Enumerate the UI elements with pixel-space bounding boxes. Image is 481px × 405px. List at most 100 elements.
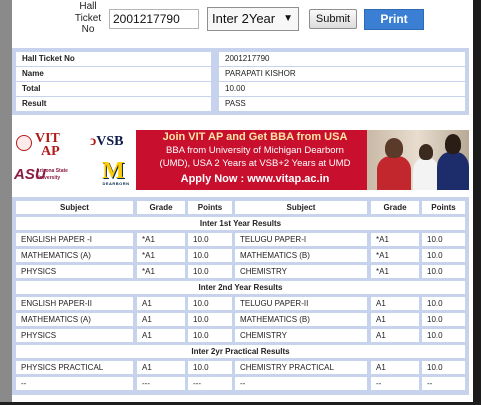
students-photo (367, 130, 469, 190)
info-value: 10.00 (219, 82, 465, 96)
subject-cell: CHEMISTRY (235, 329, 367, 342)
subject-cell: ENGLISH PAPER -I (16, 233, 133, 246)
points-cell: 10.0 (188, 313, 232, 326)
info-label: Total (16, 82, 211, 96)
banner-logos: VIT AP ↄVSB ASU Arizona State University… (12, 130, 136, 190)
column-header: Points (188, 201, 232, 214)
points-cell: 10.0 (422, 313, 465, 326)
vit-seal-icon (16, 135, 32, 151)
vit-ap-logo: VIT AP (16, 132, 76, 161)
umich-logo-subtitle: DEARBORN (102, 181, 130, 186)
points-cell: --- (188, 377, 232, 390)
column-header: Points (422, 201, 465, 214)
info-row: Result PASS (16, 97, 465, 111)
submit-button[interactable]: Submit (309, 9, 357, 29)
subject-cell: CHEMISTRY PRACTICAL (235, 361, 367, 374)
hall-ticket-input[interactable]: 2001217790 (109, 9, 199, 29)
student-figure (385, 138, 403, 158)
asu-logo: ASU Arizona State University (14, 166, 90, 186)
grade-cell: *A1 (137, 233, 185, 246)
subject-cell: CHEMISTRY (235, 265, 367, 278)
window-frame-left (0, 0, 12, 405)
dropdown-arrow-icon: ▼ (283, 13, 293, 24)
subject-cell: PHYSICS (16, 265, 133, 278)
subject-cell: MATHEMATICS (B) (235, 313, 367, 326)
grade-cell: *A1 (137, 249, 185, 262)
info-row: Name PARAPATI KISHOR (16, 67, 465, 81)
grade-cell: A1 (137, 297, 185, 310)
year-select[interactable]: Inter 2Year ▼ (207, 7, 299, 31)
points-cell: 10.0 (422, 361, 465, 374)
student-figure (419, 144, 433, 160)
info-row: Hall Ticket No 2001217790 (16, 52, 465, 66)
student-figure (377, 156, 411, 190)
info-label: Hall Ticket No (16, 52, 211, 66)
column-header: Grade (371, 201, 419, 214)
table-row: ENGLISH PAPER -I *A1 10.0 TELUGU PAPER-I… (16, 233, 465, 246)
table-header-row: Subject Grade Points Subject Grade Point… (16, 201, 465, 214)
subject-cell: -- (16, 377, 133, 390)
column-header: Grade (137, 201, 185, 214)
table-row: ENGLISH PAPER-II A1 10.0 TELUGU PAPER-II… (16, 297, 465, 310)
points-cell: 10.0 (422, 265, 465, 278)
subject-cell: PHYSICS PRACTICAL (16, 361, 133, 374)
section-title: Inter 2nd Year Results (16, 281, 465, 294)
subject-cell: MATHEMATICS (A) (16, 313, 133, 326)
section-row: Inter 2nd Year Results (16, 281, 465, 294)
banner-apply-link[interactable]: Apply Now : www.vitap.ac.in (142, 172, 368, 187)
grade-cell: A1 (137, 313, 185, 326)
points-cell: 10.0 (422, 233, 465, 246)
points-cell: -- (422, 377, 465, 390)
subject-cell: MATHEMATICS (B) (235, 249, 367, 262)
student-figure (437, 152, 469, 190)
points-cell: 10.0 (188, 361, 232, 374)
points-cell: 10.0 (422, 297, 465, 310)
grade-cell: *A1 (371, 265, 419, 278)
banner-body-line: BBA from University of Michigan Dearborn (166, 145, 344, 156)
table-row: -- --- --- -- -- -- (16, 377, 465, 390)
table-row: PHYSICS *A1 10.0 CHEMISTRY *A1 10.0 (16, 265, 465, 278)
grade-cell: *A1 (371, 233, 419, 246)
umich-dearborn-logo: M DEARBORN (98, 159, 134, 188)
subject-cell: TELUGU PAPER-I (235, 233, 367, 246)
info-label: Name (16, 67, 211, 81)
column-header: Subject (235, 201, 367, 214)
subject-cell: -- (235, 377, 367, 390)
grade-cell: A1 (371, 361, 419, 374)
grade-cell: A1 (137, 361, 185, 374)
info-value: 2001217790 (219, 52, 465, 66)
section-title: Inter 1st Year Results (16, 217, 465, 230)
window-frame-right (473, 0, 481, 405)
student-figure (413, 158, 439, 190)
grade-cell: *A1 (371, 249, 419, 262)
grade-cell: A1 (371, 313, 419, 326)
points-cell: 10.0 (188, 265, 232, 278)
search-form: Hall Ticket No 2001217790 Inter 2Year ▼ … (68, 0, 428, 42)
section-row: Inter 2yr Practical Results (16, 345, 465, 358)
grade-cell: A1 (137, 329, 185, 342)
grade-cell: -- (371, 377, 419, 390)
points-cell: 10.0 (188, 329, 232, 342)
points-cell: 10.0 (422, 249, 465, 262)
ap-logo-text: AP (41, 144, 60, 159)
print-button[interactable]: Print (364, 9, 424, 30)
table-row: PHYSICS PRACTICAL A1 10.0 CHEMISTRY PRAC… (16, 361, 465, 374)
hall-ticket-label: Hall Ticket No (74, 1, 102, 35)
grade-cell: A1 (371, 329, 419, 342)
info-row: Total 10.00 (16, 82, 465, 96)
subject-cell: TELUGU PAPER-II (235, 297, 367, 310)
points-cell: 10.0 (188, 249, 232, 262)
year-select-value: Inter 2Year (212, 11, 276, 26)
grade-cell: A1 (371, 297, 419, 310)
info-value: PARAPATI KISHOR (219, 67, 465, 81)
vit-ap-ad-banner[interactable]: VIT AP ↄVSB ASU Arizona State University… (12, 130, 469, 190)
table-row: PHYSICS A1 10.0 CHEMISTRY A1 10.0 (16, 329, 465, 342)
grade-cell: --- (137, 377, 185, 390)
points-cell: 10.0 (422, 329, 465, 342)
info-value: PASS (219, 97, 465, 111)
subject-cell: MATHEMATICS (A) (16, 249, 133, 262)
grade-cell: *A1 (137, 265, 185, 278)
vsb-logo-text: VSB (96, 134, 124, 149)
table-row: MATHEMATICS (A) A1 10.0 MATHEMATICS (B) … (16, 313, 465, 326)
points-cell: 10.0 (188, 297, 232, 310)
